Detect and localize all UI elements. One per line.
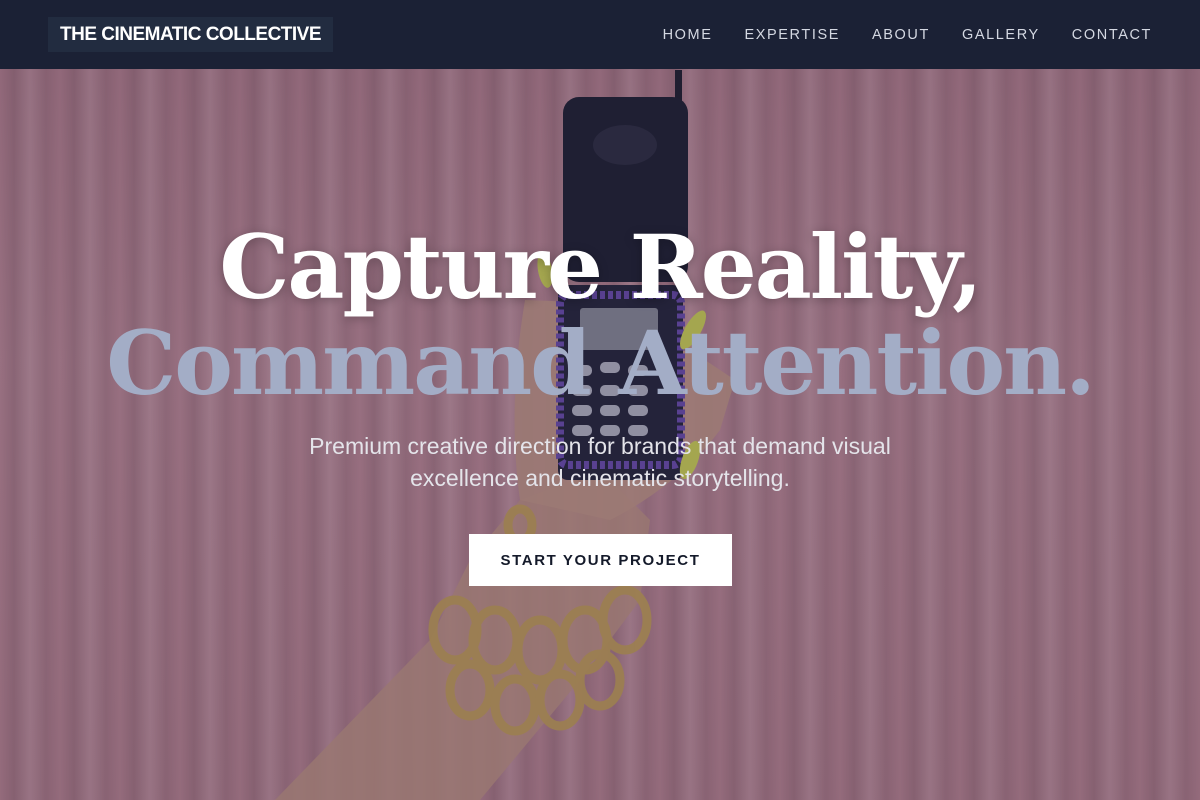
top-navigation-bar: THE CINEMATIC COLLECTIVE HOME EXPERTISE … — [0, 0, 1200, 69]
start-project-button[interactable]: START YOUR PROJECT — [469, 534, 732, 586]
hero-content: Capture Reality, Command Attention. Prem… — [0, 0, 1200, 800]
hero-headline-line-1: Capture Reality, — [219, 215, 982, 319]
nav-link-gallery[interactable]: GALLERY — [962, 27, 1040, 43]
nav-menu: HOME EXPERTISE ABOUT GALLERY CONTACT — [631, 26, 1152, 44]
brand-logo-link[interactable]: THE CINEMATIC COLLECTIVE — [48, 17, 334, 52]
hero-subtitle: Premium creative direction for brands th… — [309, 433, 891, 491]
nav-link-about[interactable]: ABOUT — [872, 27, 930, 43]
nav-link-expertise[interactable]: EXPERTISE — [744, 27, 840, 43]
nav-link-contact[interactable]: CONTACT — [1072, 27, 1152, 43]
nav-link-home[interactable]: HOME — [663, 27, 713, 43]
hero-headline-line-2: Command Attention. — [106, 311, 1096, 415]
